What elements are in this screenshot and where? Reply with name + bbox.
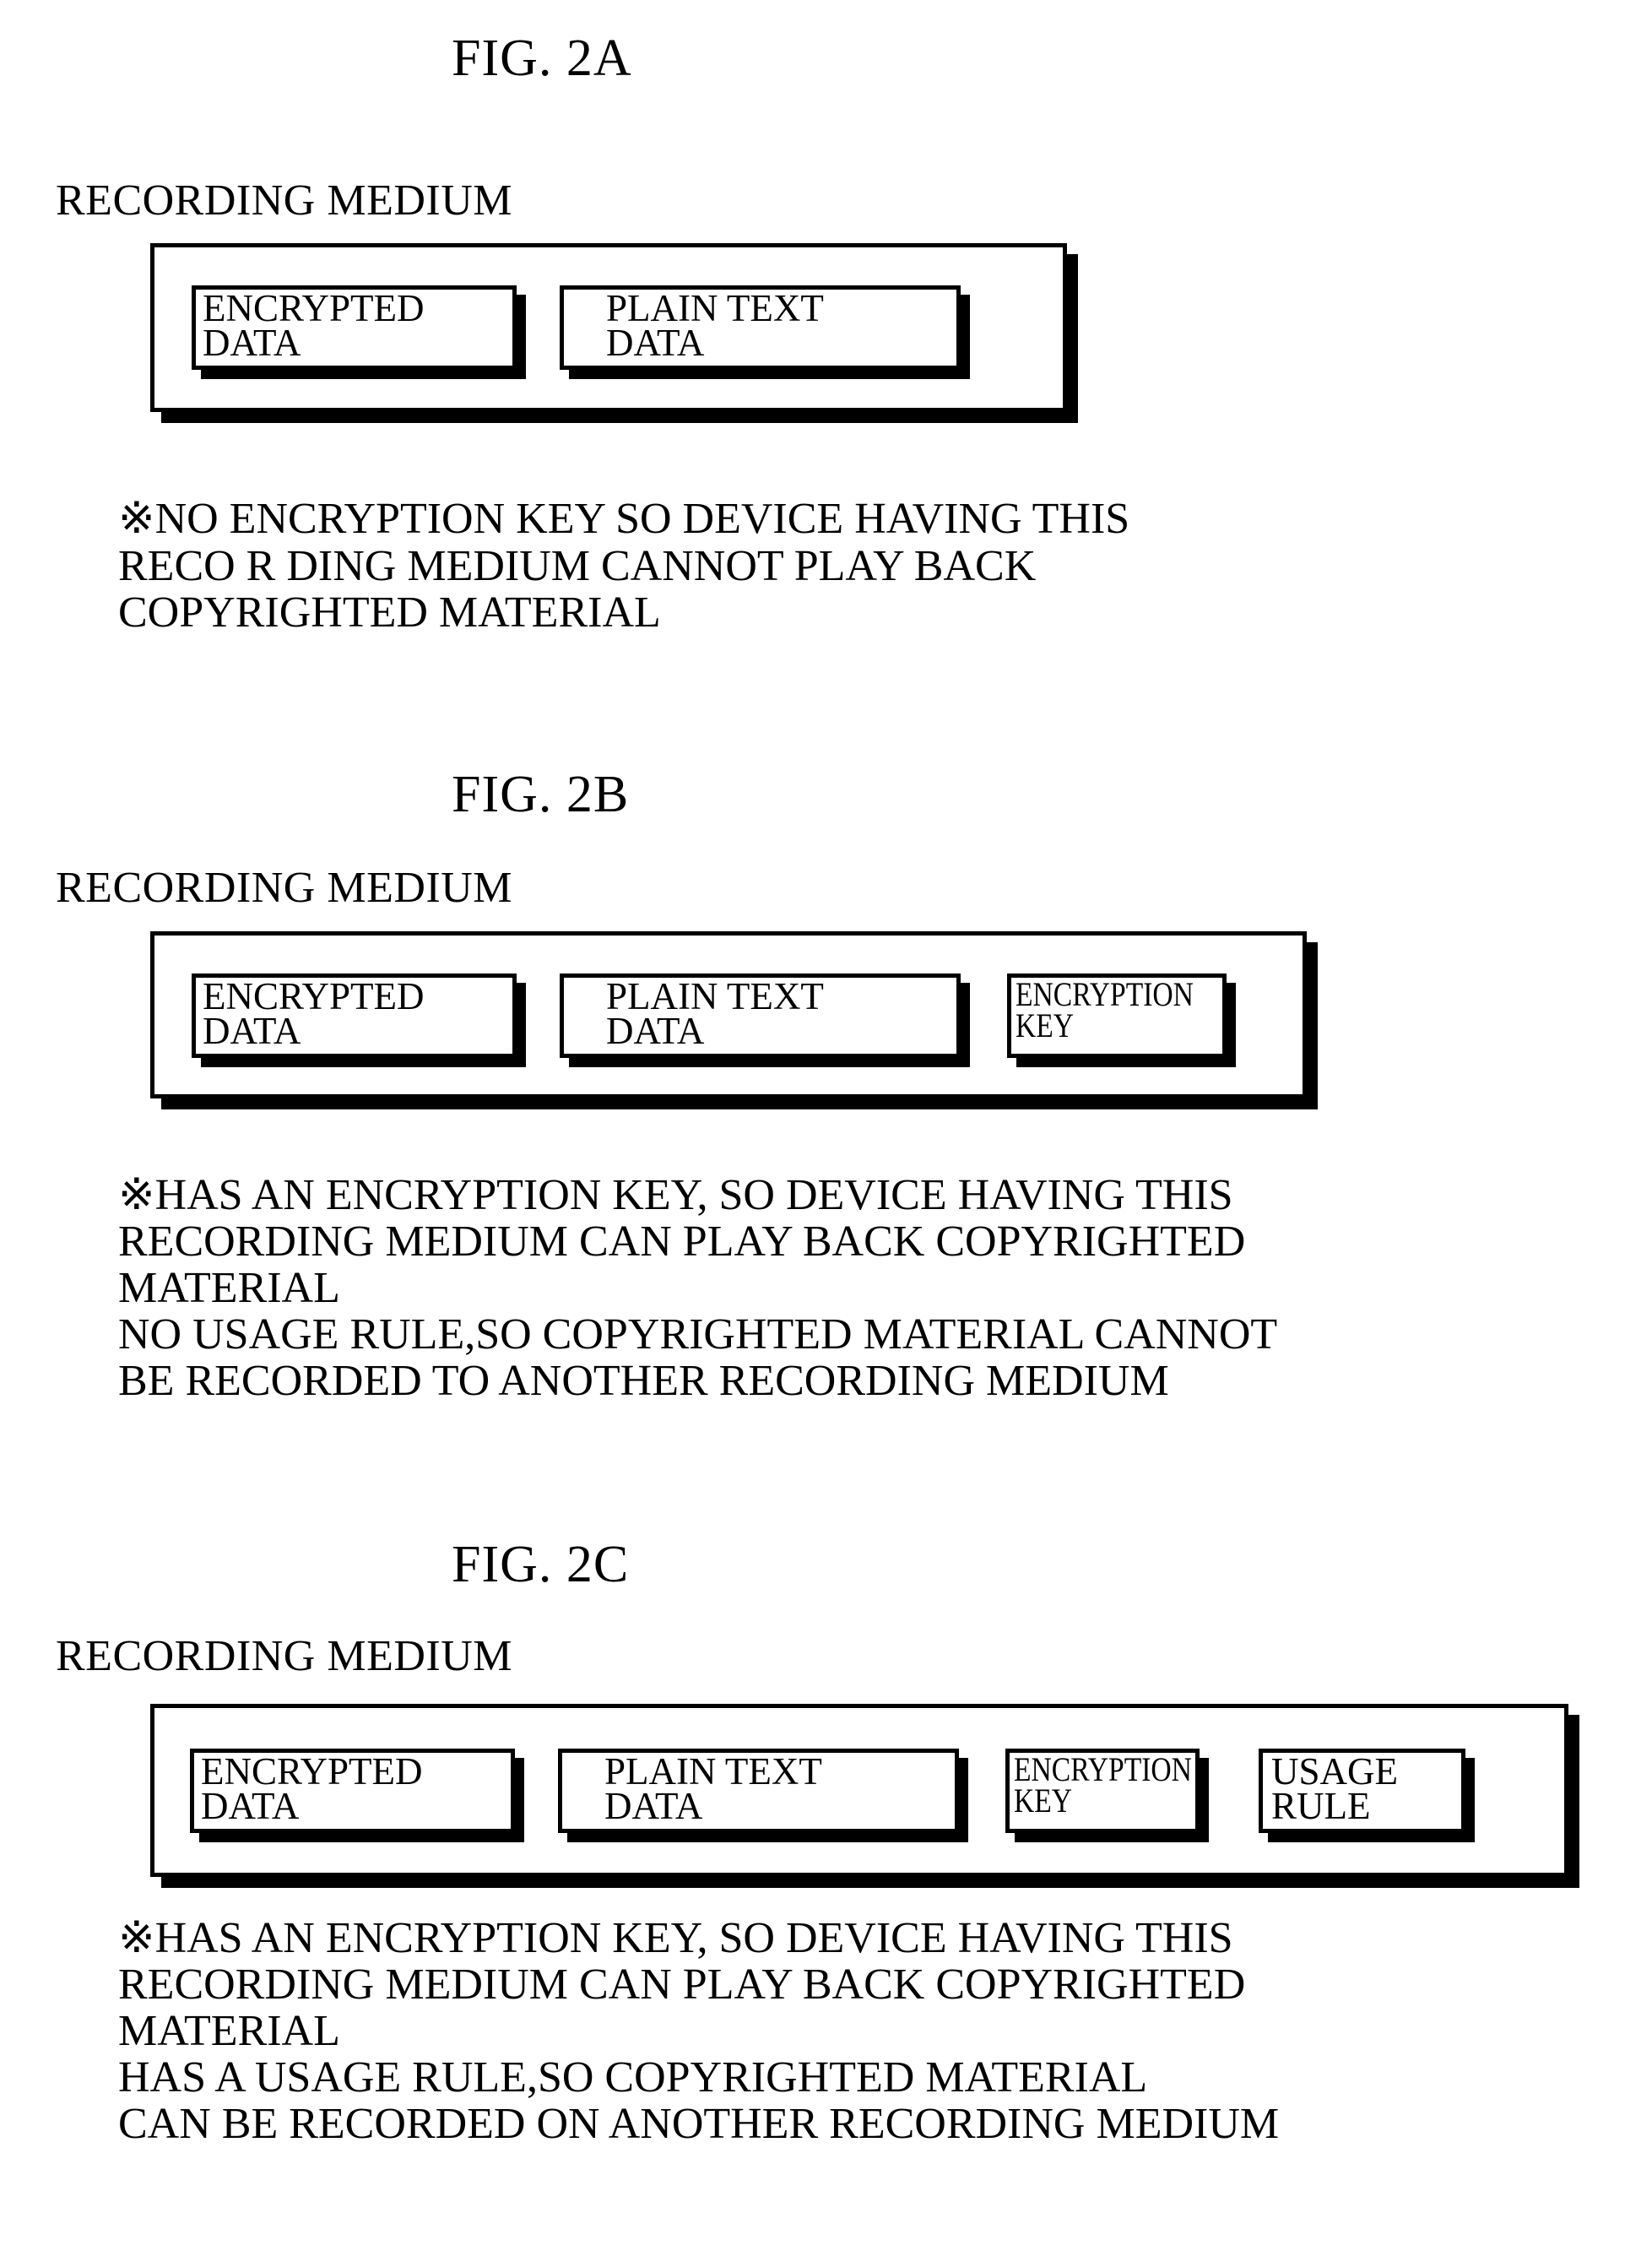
figure-note-2a: ※NO ENCRYPTION KEY SO DEVICE HAVING THIS… [118,495,1130,637]
figure-title-2a: FIG. 2A [452,30,632,87]
recording-medium-container-2a: ENCRYPTED DATA PLAIN TEXT DATA [150,243,1067,412]
recording-medium-label-2b: RECORDING MEDIUM [56,864,512,912]
encrypted-data-block-2a: ENCRYPTED DATA [192,285,517,370]
recording-medium-container-2c: ENCRYPTED DATA PLAIN TEXT DATA ENCRYPTIO… [150,1704,1568,1877]
encrypted-data-block-2b: ENCRYPTED DATA [192,974,517,1058]
encryption-key-label: ENCRYPTION KEY [1014,1750,1192,1820]
plain-text-data-label: PLAIN TEXT DATA [606,975,824,1053]
usage-rule-block-2c: USAGE RULE [1259,1749,1465,1833]
plain-text-data-block-2a: PLAIN TEXT DATA [560,285,961,370]
plain-text-data-label: PLAIN TEXT DATA [606,287,824,365]
encryption-key-block-2b: ENCRYPTION KEY [1007,974,1227,1058]
encryption-key-block-2c: ENCRYPTION KEY [1005,1749,1200,1833]
encryption-key-label: ENCRYPTION KEY [1016,975,1194,1044]
figure-title-2b: FIG. 2B [452,766,630,823]
encrypted-data-block-2c: ENCRYPTED DATA [190,1749,515,1833]
recording-medium-label-2a: RECORDING MEDIUM [56,176,512,225]
encrypted-data-label: ENCRYPTED DATA [203,975,425,1053]
plain-text-data-block-2c: PLAIN TEXT DATA [558,1749,959,1833]
figure-title-2c: FIG. 2C [452,1536,630,1593]
patent-figure-sheet: FIG. 2A RECORDING MEDIUM ENCRYPTED DATA … [0,0,1652,2267]
plain-text-data-label: PLAIN TEXT DATA [604,1750,822,1828]
figure-note-2c: ※HAS AN ENCRYPTION KEY, SO DEVICE HAVING… [118,1914,1280,2149]
usage-rule-label: USAGE RULE [1271,1750,1399,1828]
encrypted-data-label: ENCRYPTED DATA [203,287,425,365]
recording-medium-container-2b: ENCRYPTED DATA PLAIN TEXT DATA ENCRYPTIO… [150,931,1307,1098]
figure-note-2b: ※HAS AN ENCRYPTION KEY, SO DEVICE HAVING… [118,1171,1278,1406]
encrypted-data-label: ENCRYPTED DATA [201,1750,423,1828]
recording-medium-label-2c: RECORDING MEDIUM [56,1632,512,1680]
plain-text-data-block-2b: PLAIN TEXT DATA [560,974,961,1058]
